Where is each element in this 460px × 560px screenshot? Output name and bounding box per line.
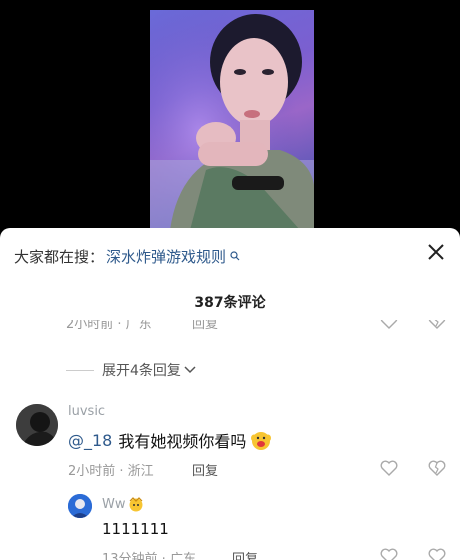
reply-username-row[interactable]: Ww [102, 496, 144, 512]
comment-username[interactable]: luvsic [68, 404, 105, 419]
reply-reply-button[interactable]: 回复 [232, 548, 258, 560]
comment-text: 我有她视频你看吗 [118, 432, 247, 451]
previous-comment-time: 2小时前 · 广东 [66, 320, 152, 332]
search-prefix-label: 大家都在搜： [14, 247, 105, 266]
reply-avatar[interactable] [68, 494, 92, 518]
broken-heart-icon[interactable] [428, 320, 446, 329]
video-player[interactable] [0, 0, 460, 230]
broken-heart-icon[interactable] [428, 460, 446, 476]
comment-body: @_18 我有她视频你看吗 [68, 428, 272, 452]
emoji-icon [129, 497, 142, 512]
search-icon[interactable] [230, 251, 240, 261]
broken-heart-icon[interactable] [428, 548, 446, 560]
search-suggestion-bar[interactable]: 大家都在搜： 深水炸弹游戏规则 [14, 246, 460, 266]
heart-icon[interactable] [380, 548, 398, 560]
reply-username[interactable]: Ww [102, 497, 126, 512]
previous-comment-meta: 2小时前 · 广东 回复 [66, 320, 460, 334]
expand-replies-button[interactable]: 展开4条回复 [66, 360, 196, 380]
divider-line [66, 369, 94, 371]
emoji-icon [251, 432, 272, 450]
reply-time-location: 13分钟前 · 广东 [102, 552, 196, 560]
reply-button[interactable]: 回复 [192, 460, 218, 479]
previous-reply-button[interactable]: 回复 [192, 320, 218, 332]
avatar[interactable] [16, 404, 58, 446]
mention-link[interactable]: @_18 [68, 431, 112, 450]
comment-sheet: 大家都在搜： 深水炸弹游戏规则 387条评论 2小时前 · 广东 回复 展开4条… [0, 228, 460, 560]
comment-time-location: 2小时前 · 浙江 [68, 464, 154, 479]
heart-icon[interactable] [380, 460, 398, 476]
heart-icon[interactable] [380, 320, 398, 329]
chevron-down-icon [184, 366, 196, 374]
expand-replies-label: 展开4条回复 [102, 363, 181, 379]
video-thumbnail [150, 10, 314, 230]
close-icon[interactable] [426, 242, 446, 262]
reply-meta: 13分钟前 · 广东 回复 [102, 548, 460, 560]
reply-text: 1111111 [102, 520, 169, 538]
search-suggestion-link[interactable]: 深水炸弹游戏规则 [106, 246, 226, 267]
comment-count-title: 387条评论 [194, 295, 266, 311]
video-frame[interactable] [150, 10, 314, 230]
